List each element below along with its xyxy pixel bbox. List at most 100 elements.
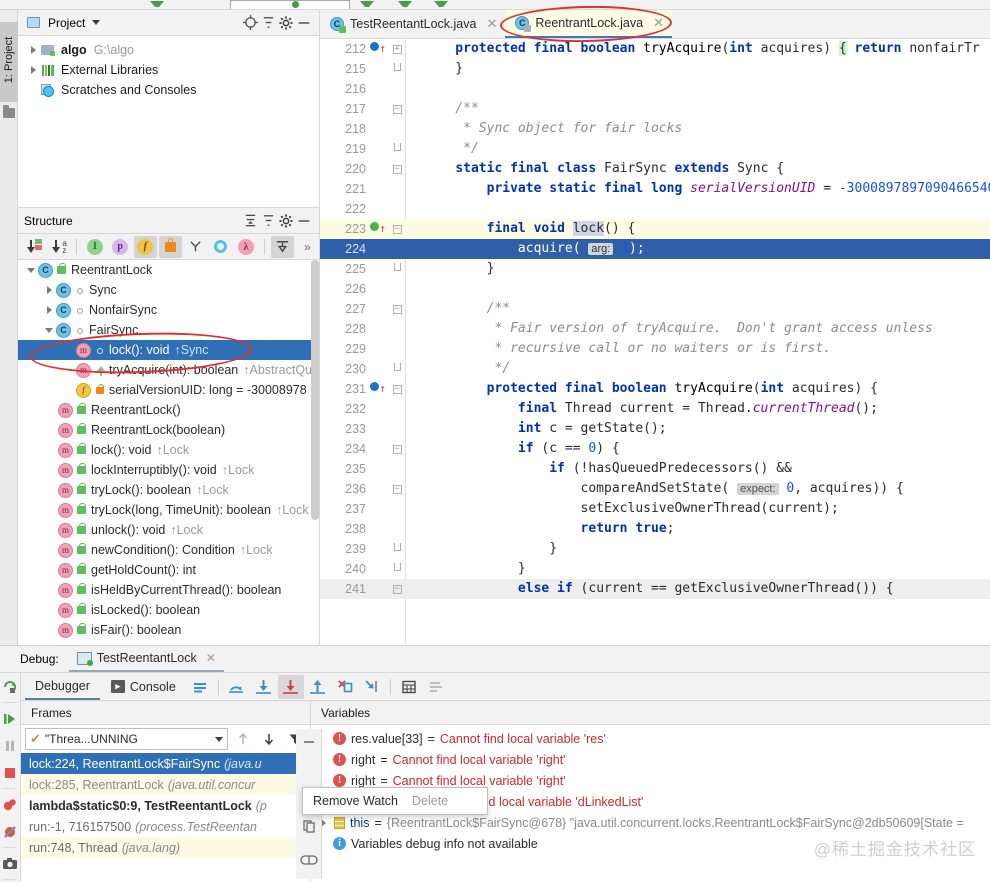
code-line[interactable]: 221 private static final long serialVers… [320,179,990,199]
frame-row[interactable]: lock:285, ReentrantLock (java.util.concu… [21,774,310,795]
copy-value-icon[interactable] [296,813,322,839]
code-line[interactable]: 235 if (!hasQueuedPredecessors() && [320,459,990,479]
show-anonymous-icon[interactable] [209,236,232,258]
code-line[interactable]: 228 * Fair version of tryAcquire. Don't … [320,319,990,339]
fold-marker[interactable]: − [390,579,404,599]
group-methods-icon[interactable] [184,236,207,258]
gutter-marker[interactable]: ↑ [370,39,386,59]
step-into-icon[interactable] [251,675,277,699]
show-properties-icon[interactable]: p [109,236,132,258]
pause-program-icon[interactable] [0,732,20,759]
run-configuration-selector[interactable] [230,0,350,9]
code-line[interactable]: 223 ↑ − final void lock() { [320,219,990,239]
fold-marker[interactable] [390,59,404,79]
structure-item-lock-sync[interactable]: m lock(): void ↑Sync [18,340,319,360]
fold-marker[interactable]: − [390,439,404,459]
code-line[interactable]: 232 final Thread current = Thread.curren… [320,399,990,419]
code-line[interactable]: 225 } [320,259,990,279]
code-line[interactable]: 212 ↑ + protected final boolean tryAcquire… [320,39,990,59]
select-opened-file-icon[interactable] [241,14,259,32]
toolbar-arrow-icon[interactable] [150,1,164,9]
fold-marker[interactable] [390,539,404,559]
watches-icon[interactable] [296,847,322,873]
close-icon[interactable]: ✕ [206,651,216,665]
fold-marker[interactable] [390,139,404,159]
toolbar-run-icon[interactable] [360,1,374,9]
resume-program-icon[interactable] [0,705,20,732]
code-line[interactable]: 217 − /** [320,99,990,119]
thread-selector[interactable]: ✔ "Threa...UNNING [25,728,228,750]
debug-session-tab[interactable]: TestReentantLock ✕ [68,646,224,672]
step-over-icon[interactable] [224,675,250,699]
code-line[interactable]: 233 int c = getState(); [320,419,990,439]
structure-item-islocked[interactable]: m isLocked(): boolean [18,600,319,620]
code-line[interactable]: 224 acquire( arg: 1); [320,239,990,259]
expand-chevron-icon[interactable] [42,327,56,333]
frame-row[interactable]: run:748, Thread (java.lang) [21,837,310,858]
structure-item-trylock-timeunit[interactable]: m tryLock(long, TimeUnit): boolean ↑Lock [18,500,319,520]
structure-item-ctor[interactable]: m ReentrantLock() [18,400,319,420]
code-line[interactable]: 216 [320,79,990,99]
tab-testreentantlock[interactable]: C TestReentantLock.java ✕ [320,10,505,38]
rerun-icon[interactable] [0,673,20,700]
fold-marker[interactable] [390,359,404,379]
tab-debugger[interactable]: Debugger [25,673,100,700]
fold-marker[interactable]: − [390,379,404,399]
code-line[interactable]: 237 setExclusiveOwnerThread(current); [320,499,990,519]
variable-row[interactable]: ! res.value[33] = Cannot find local vari… [311,728,990,749]
force-step-into-icon[interactable] [277,674,304,699]
step-out-icon[interactable] [305,675,331,699]
gear-icon[interactable] [277,212,295,230]
context-menu-remove-watch[interactable]: Remove Watch Delete [302,787,488,815]
project-tree-item[interactable]: algo G:\algo [18,40,319,60]
context-menu-action-label[interactable]: Remove Watch [313,794,398,808]
structure-item-tryacquire[interactable]: m tryAcquire(int): boolean ↑AbstractQu [18,360,319,380]
evaluate-expression-icon[interactable] [396,675,422,699]
structure-tab-icon[interactable] [3,105,15,118]
gutter-marker[interactable]: ↑ [370,219,386,239]
previous-frame-button[interactable] [232,728,254,750]
collapse-all-icon[interactable] [259,212,277,230]
frame-row[interactable]: lock:224, ReentrantLock$FairSync (java.u [21,753,310,774]
view-breakpoints-icon[interactable] [0,791,20,818]
structure-item-isheldbycurrentthread[interactable]: m isHeldByCurrentThread(): boolean [18,580,319,600]
expand-all-icon[interactable] [241,212,259,230]
code-line[interactable]: 218 * Sync object for fair locks [320,119,990,139]
chevron-down-icon[interactable] [215,736,223,742]
frame-row[interactable]: run:-1, 716157500 (process.TestReentan [21,816,310,837]
code-line[interactable]: 215 } [320,59,990,79]
fold-marker[interactable]: − [390,159,404,179]
autoscroll-to-source-icon[interactable] [270,235,294,258]
code-line[interactable]: 227 − /** [320,299,990,319]
project-tree-item[interactable]: Scratches and Consoles [18,80,319,100]
fold-marker[interactable]: − [390,299,404,319]
sidebar-item-project[interactable]: 1: Project [0,22,18,102]
structure-item-ctor-boolean[interactable]: m ReentrantLock(boolean) [18,420,319,440]
structure-item-nonfairsync[interactable]: C NonfairSync [18,300,319,320]
fold-marker[interactable]: + [390,39,404,59]
stop-icon[interactable] [0,759,20,786]
code-view[interactable]: 212 ↑ + protected final boolean tryAcquire… [320,39,990,645]
code-line[interactable]: 238 return true; [320,519,990,539]
project-tree-item[interactable]: External Libraries [18,60,319,80]
structure-item-getholdcount[interactable]: m getHoldCount(): int [18,560,319,580]
hide-panel-icon[interactable] [295,212,313,230]
structure-item-reentrantlock[interactable]: C ReentrantLock [18,260,319,280]
code-line[interactable]: 219 */ [320,139,990,159]
code-line[interactable]: 234 − if (c == 0) { [320,439,990,459]
fold-marker[interactable] [390,259,404,279]
chevron-down-icon[interactable] [92,20,101,25]
structure-item-unlock[interactable]: m unlock(): void ↑Lock [18,520,319,540]
code-line[interactable]: 229 * recursive call or no waiters or is… [320,339,990,359]
sort-alphabetically-icon[interactable]: az [47,236,70,258]
show-execution-point-icon[interactable] [187,675,213,699]
code-line[interactable]: 222 [320,199,990,219]
structure-item-lockinterruptibly[interactable]: m lockInterruptibly(): void ↑Lock [18,460,319,480]
mute-breakpoints-icon[interactable] [0,818,20,845]
frame-row[interactable]: lambda$static$0:9, TestReentantLock (p [21,795,310,816]
screenshot-icon[interactable] [0,850,20,877]
close-icon[interactable]: ✕ [486,16,497,32]
show-fields-icon[interactable]: f [133,235,157,258]
code-line[interactable]: 226 [320,279,990,299]
code-line[interactable]: 220 − static final class FairSync extends… [320,159,990,179]
